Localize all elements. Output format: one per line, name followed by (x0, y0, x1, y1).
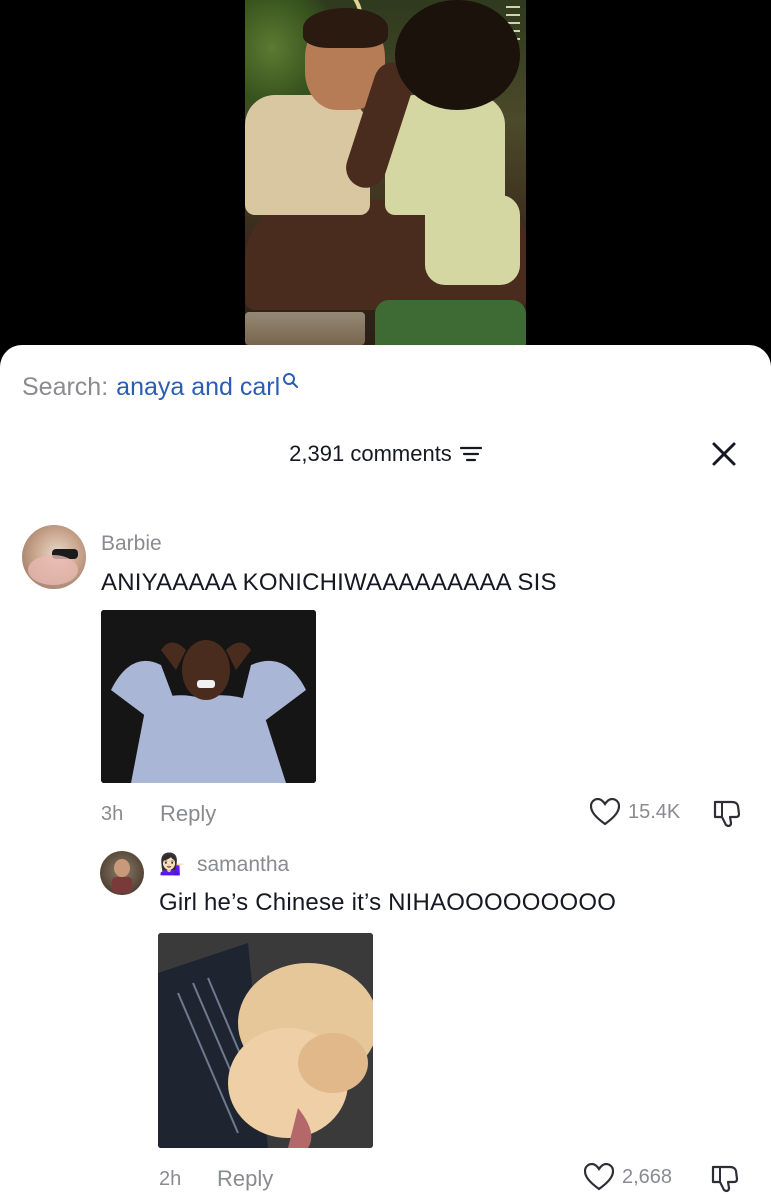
woman-hair (395, 0, 520, 110)
video-frame[interactable] (245, 0, 526, 345)
comment-item: Barbie ANIYAAAAA KONICHIWAAAAAAAAA SIS 3… (0, 520, 771, 828)
like-button[interactable]: 15.4K (590, 798, 680, 826)
comment-gif[interactable] (101, 610, 316, 783)
comment-count-sort[interactable]: 2,391 comments (289, 441, 482, 467)
comments-sheet: Search: anaya and carl 2,391 comments Ba… (0, 345, 771, 1200)
video-player[interactable] (0, 0, 771, 360)
heart-icon[interactable] (584, 1163, 614, 1191)
reply-button[interactable]: Reply (217, 1166, 273, 1192)
gif-image (158, 933, 373, 1148)
search-suggestion[interactable]: Search: anaya and carl (22, 372, 299, 402)
avatar[interactable] (100, 851, 144, 895)
gif-image (101, 610, 316, 783)
reply-button[interactable]: Reply (160, 801, 216, 827)
dislike-icon[interactable] (710, 1163, 740, 1193)
comment-time: 3h (101, 803, 124, 825)
comment-text: ANIYAAAAA KONICHIWAAAAAAAAA SIS (101, 569, 557, 596)
man-hair (303, 8, 388, 48)
sort-icon[interactable] (459, 445, 482, 463)
comment-username[interactable]: Barbie (101, 532, 162, 556)
like-button[interactable]: 2,668 (584, 1163, 672, 1191)
search-prefix: Search: (22, 373, 109, 401)
sofa (375, 300, 526, 345)
username-text: samantha (197, 853, 290, 876)
like-count: 15.4K (628, 800, 681, 823)
woman-skirt (425, 195, 520, 285)
search-icon (283, 372, 299, 388)
reply-item: 💁🏻‍♀️ samantha Girl he’s Chinese it’s NI… (0, 845, 771, 1200)
candle-glass (245, 312, 365, 345)
comment-time: 2h (159, 1168, 182, 1190)
comment-count: 2,391 comments (289, 441, 452, 466)
avatar[interactable] (22, 525, 86, 589)
close-icon[interactable] (711, 441, 737, 467)
comment-username[interactable]: 💁🏻‍♀️ samantha (159, 853, 289, 877)
heart-icon[interactable] (590, 798, 620, 826)
like-count: 2,668 (622, 1165, 673, 1188)
comment-text: Girl he’s Chinese it’s NIHAOOOOOOOOO (159, 889, 617, 916)
dislike-icon[interactable] (712, 798, 742, 828)
search-query-link[interactable]: anaya and carl (116, 373, 280, 402)
username-emoji: 💁🏻‍♀️ (159, 853, 186, 876)
comments-header: 2,391 comments (0, 441, 771, 481)
comment-gif[interactable] (158, 933, 373, 1148)
